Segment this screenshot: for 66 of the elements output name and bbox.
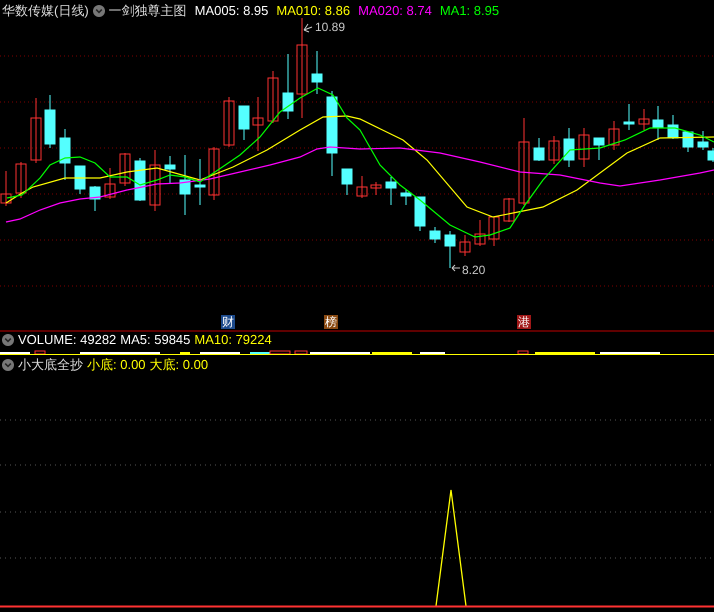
candlestick (578, 128, 590, 168)
candlestick (370, 182, 382, 196)
collapse-icon[interactable] (92, 5, 105, 17)
candlestick (74, 166, 86, 194)
candlestick (652, 106, 664, 140)
candlestick (60, 128, 70, 180)
low-price-label: 8.20 (462, 262, 486, 279)
candlestick (30, 98, 42, 164)
volume-value: VOLUME: 49282 (18, 331, 116, 350)
candlestick (134, 158, 146, 202)
low-pointer-icon (452, 264, 460, 272)
candlestick (164, 156, 176, 184)
candlestick (342, 168, 352, 196)
candlestick (430, 226, 440, 244)
candlestick (44, 94, 56, 148)
candlestick (594, 138, 604, 160)
moving-average-value: MA005: 8.95 (194, 2, 268, 20)
candlestick (90, 186, 100, 212)
candlestick (150, 150, 160, 212)
event-tag[interactable]: 财 (221, 315, 235, 329)
event-tag[interactable]: 港 (517, 315, 531, 329)
candlestick (682, 132, 694, 152)
indicator-value: 小底: 0.00 (87, 356, 146, 374)
candlestick (16, 162, 26, 198)
candlestick (488, 216, 500, 246)
candlestick (608, 120, 620, 150)
candlestick (564, 128, 574, 168)
candlestick (224, 96, 234, 148)
candlestick (120, 152, 130, 186)
candlestick (444, 230, 456, 268)
candlestick (534, 138, 544, 162)
candlestick (180, 154, 190, 216)
candlestick (194, 158, 206, 206)
candlestick (638, 108, 650, 130)
candlestick (104, 168, 116, 200)
candlestick (548, 136, 560, 164)
high-price-label: 10.89 (315, 19, 346, 36)
stock-title: 华数传媒(日线) (2, 2, 89, 20)
candlestick (474, 220, 486, 246)
candlestick (504, 198, 514, 222)
candlestick (414, 196, 426, 232)
indicator-value: 大底: 0.00 (150, 356, 208, 374)
candlestick (400, 190, 412, 206)
candlestick (252, 96, 264, 152)
candlestick (282, 54, 294, 120)
candlestick (624, 104, 634, 130)
candlestick (668, 114, 678, 140)
indicator-name: 小大底全抄 (18, 356, 83, 374)
moving-average-value: MA010: 8.86 (276, 2, 350, 20)
candlestick (0, 170, 12, 206)
moving-average-value: MA020: 8.74 (358, 2, 432, 20)
collapse-icon[interactable] (2, 359, 14, 371)
event-tag[interactable]: 榜 (324, 315, 338, 329)
candlestick (386, 176, 396, 206)
candlestick (208, 146, 220, 200)
collapse-icon[interactable] (2, 334, 14, 346)
candlestick (460, 234, 470, 256)
candlestick (312, 50, 322, 94)
high-pointer-icon (304, 24, 312, 32)
moving-average-value: MA1: 8.95 (440, 2, 500, 20)
candlestick (238, 106, 250, 140)
volume-value: MA10: 79224 (194, 331, 272, 350)
candlestick (356, 176, 368, 198)
candlestick (268, 70, 278, 124)
volume-value: MA5: 59845 (120, 331, 190, 350)
indicator-name: 一剑独尊主图 (108, 2, 187, 20)
